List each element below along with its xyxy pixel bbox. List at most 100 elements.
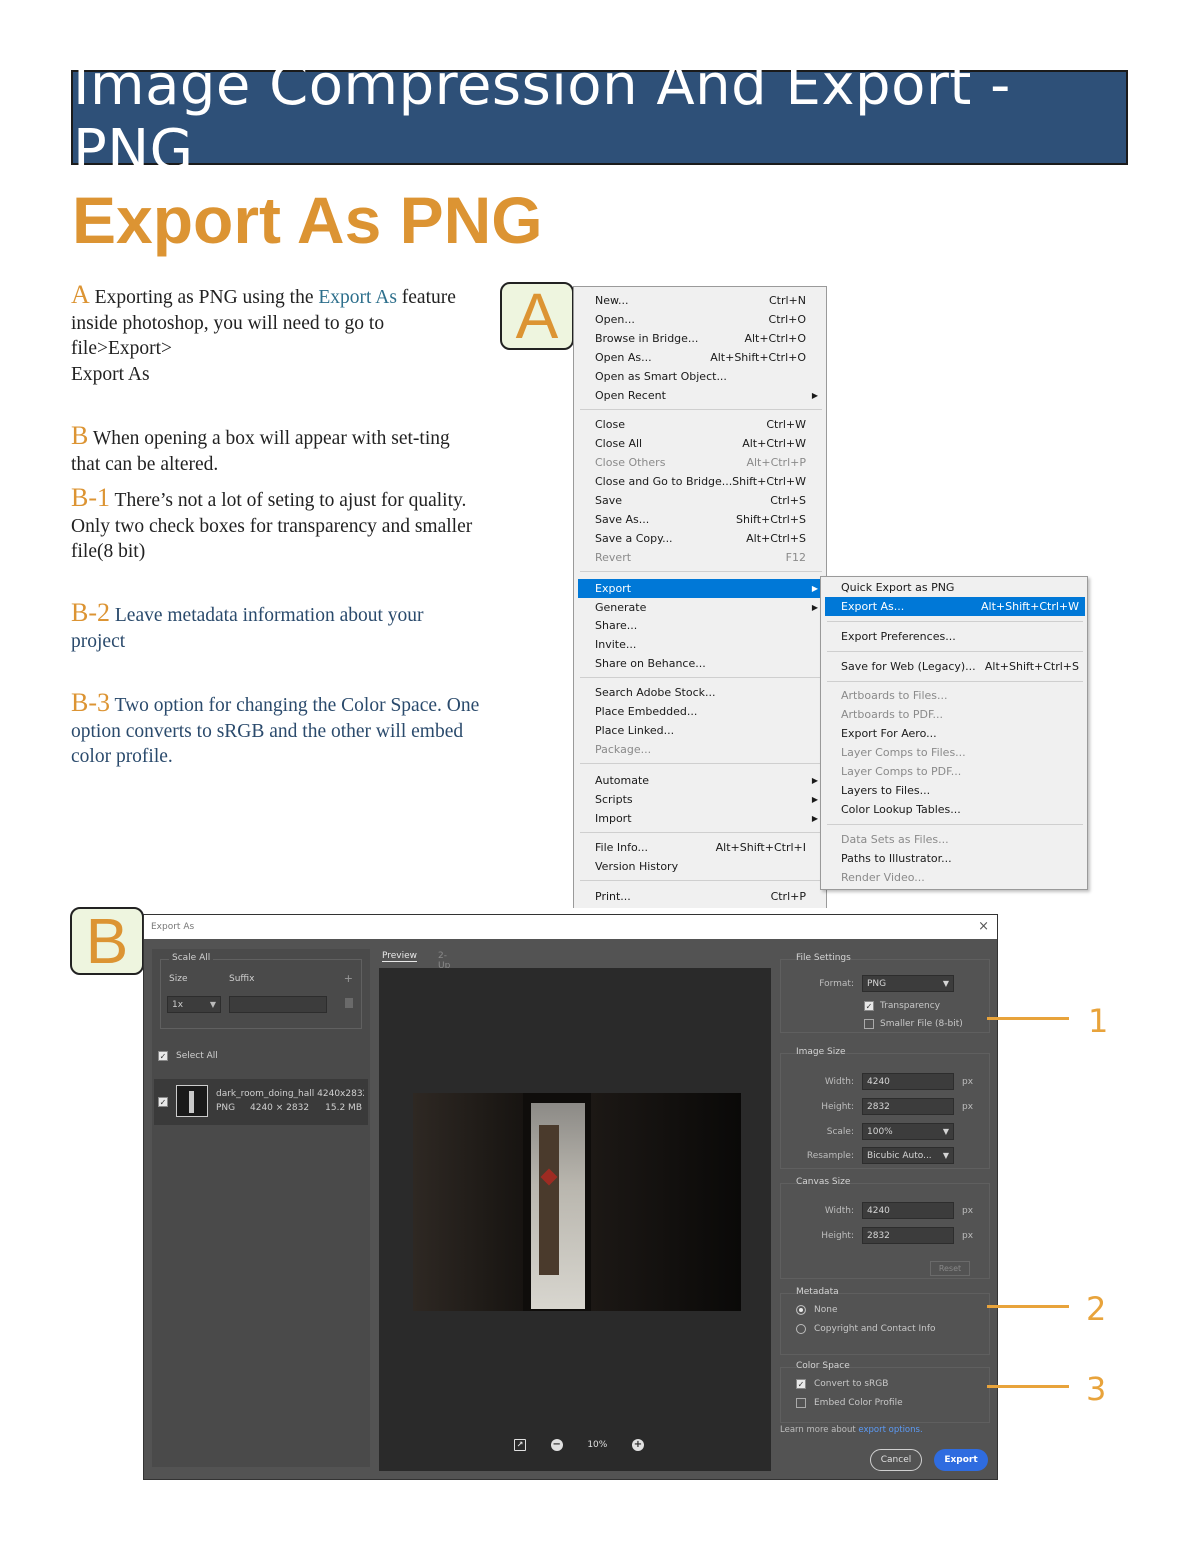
callout-line-1 (987, 1017, 1069, 1020)
export-options-link[interactable]: export options. (858, 1425, 922, 1435)
submenu-arrow-icon: ▶ (811, 391, 818, 400)
reset-button[interactable]: Reset (930, 1261, 970, 1276)
note-a: A Exporting as PNG using the Export As f… (71, 282, 481, 387)
canvas-width-label: Width: (824, 1206, 854, 1216)
scale-dropdown[interactable]: 100% ▼ (862, 1123, 954, 1140)
menu-item-package[interactable]: Package... (578, 740, 824, 759)
size-dropdown[interactable]: 1x ▼ (167, 996, 221, 1013)
submenu-item-artboards-pdf[interactable]: Artboards to PDF... (825, 705, 1085, 724)
asset-checkbox[interactable]: ✓ (158, 1097, 168, 1107)
close-icon[interactable]: × (978, 919, 989, 934)
menu-item-generate[interactable]: Generate ▶ (578, 598, 824, 617)
menu-item-automate[interactable]: Automate ▶ (578, 771, 824, 790)
submenu-item-layer-comps-pdf[interactable]: Layer Comps to PDF... (825, 762, 1085, 781)
menu-item-place-linked[interactable]: Place Linked... (578, 721, 824, 740)
submenu-item-save-for-web[interactable]: Save for Web (Legacy)... Alt+Shift+Ctrl+S (825, 657, 1085, 676)
menu-item-open-as[interactable]: Open As... Alt+Shift+Ctrl+O (578, 348, 824, 367)
canvas-height-input[interactable]: 2832 (862, 1227, 954, 1244)
width-input[interactable]: 4240 (862, 1073, 954, 1090)
submenu-item-export-as[interactable]: Export As... Alt+Shift+Ctrl+W (825, 597, 1085, 616)
menu-item-browse-bridge[interactable]: Browse in Bridge... Alt+Ctrl+O (578, 329, 824, 348)
menu-item-save[interactable]: Save Ctrl+S (578, 491, 824, 510)
dialog-title: Export As (151, 922, 195, 932)
trash-icon[interactable] (345, 998, 353, 1008)
menu-item-file-info[interactable]: File Info... Alt+Shift+Ctrl+I (578, 838, 824, 857)
canvas-width-input[interactable]: 4240 (862, 1202, 954, 1219)
note-a-text: Exporting as PNG using the (94, 287, 319, 308)
menu-item-new[interactable]: New... Ctrl+N (578, 291, 824, 310)
menu-item-print[interactable]: Print... Ctrl+P (578, 887, 824, 906)
badge-a: A (500, 280, 574, 352)
cancel-button[interactable]: Cancel (870, 1449, 922, 1471)
height-input[interactable]: 2832 (862, 1098, 954, 1115)
metadata-copyright-radio[interactable] (796, 1324, 806, 1334)
embed-profile-checkbox[interactable] (796, 1398, 806, 1408)
format-label: Format: (819, 979, 854, 989)
menu-item-open-smart-object[interactable]: Open as Smart Object... (578, 367, 824, 386)
note-b1: B-1 There’s not a lot of seting to ajust… (71, 485, 481, 565)
export-as-link: Export As (318, 287, 397, 308)
fit-to-screen-icon[interactable]: ↗ (514, 1439, 526, 1451)
color-space-title: Color Space (796, 1361, 850, 1371)
menu-item-share-behance[interactable]: Share on Behance... (578, 654, 824, 673)
menu-item-open[interactable]: Open... Ctrl+O (578, 310, 824, 329)
zoom-bar: ↗ − 10% + (514, 1437, 644, 1453)
menu-item-scripts[interactable]: Scripts ▶ (578, 790, 824, 809)
submenu-item-layers-files[interactable]: Layers to Files... (825, 781, 1085, 800)
menu-item-close-others[interactable]: Close Others Alt+Ctrl+P (578, 453, 824, 472)
submenu-item-data-sets[interactable]: Data Sets as Files... (825, 830, 1085, 849)
menu-item-close-go-bridge[interactable]: Close and Go to Bridge... Shift+Ctrl+W (578, 472, 824, 491)
format-dropdown[interactable]: PNG ▼ (862, 975, 954, 992)
submenu-item-export-aero[interactable]: Export For Aero... (825, 724, 1085, 743)
tab-preview[interactable]: Preview (382, 951, 418, 962)
submenu-item-paths-illustrator[interactable]: Paths to Illustrator... (825, 849, 1085, 868)
menu-item-close[interactable]: Close Ctrl+W (578, 415, 824, 434)
menu-item-revert[interactable]: Revert F12 (578, 548, 824, 567)
chevron-down-icon: ▼ (942, 979, 949, 988)
transparency-checkbox[interactable]: ✓ (864, 1001, 874, 1011)
select-all-label: Select All (176, 1051, 218, 1061)
submenu-item-artboards-files[interactable]: Artboards to Files... (825, 686, 1085, 705)
submenu-arrow-icon: ▶ (811, 795, 818, 804)
menu-item-share[interactable]: Share... (578, 616, 824, 635)
submenu-item-quick-export-png[interactable]: Quick Export as PNG (825, 578, 1085, 597)
menu-item-import[interactable]: Import ▶ (578, 809, 824, 828)
zoom-in-icon[interactable]: + (631, 1439, 644, 1451)
submenu-item-render-video[interactable]: Render Video... (825, 868, 1085, 887)
select-all-checkbox[interactable]: ✓ (158, 1051, 168, 1061)
convert-srgb-checkbox[interactable]: ✓ (796, 1379, 806, 1389)
menu-item-place-embedded[interactable]: Place Embedded... (578, 702, 824, 721)
chevron-down-icon: ▼ (942, 1151, 949, 1160)
asset-format: PNG (216, 1103, 236, 1113)
menu-separator (580, 880, 822, 881)
export-submenu: Quick Export as PNG Export As... Alt+Shif… (820, 576, 1088, 890)
menu-item-open-recent[interactable]: Open Recent ▶ (578, 386, 824, 405)
menu-item-version-history[interactable]: Version History (578, 857, 824, 876)
submenu-item-layer-comps-files[interactable]: Layer Comps to Files... (825, 743, 1085, 762)
menu-item-save-copy[interactable]: Save a Copy... Alt+Ctrl+S (578, 529, 824, 548)
menu-item-save-as[interactable]: Save As... Shift+Ctrl+S (578, 510, 824, 529)
learn-more: Learn more about export options. (780, 1425, 923, 1435)
resample-dropdown[interactable]: Bicubic Auto... ▼ (862, 1147, 954, 1164)
menu-item-close-all[interactable]: Close All Alt+Ctrl+W (578, 434, 824, 453)
export-as-dialog: Export As × Scale All Size Suffix + 1x ▼ … (143, 914, 998, 1480)
metadata-none-label: None (814, 1305, 838, 1315)
submenu-item-export-preferences[interactable]: Export Preferences... (825, 627, 1085, 646)
suffix-input[interactable] (229, 996, 327, 1013)
asset-row[interactable]: ✓ dark_room_doing_hall 4240x2832 PNG 424… (154, 1079, 368, 1125)
suffix-label: Suffix (229, 974, 255, 984)
add-scale-icon[interactable]: + (344, 972, 353, 985)
preview-image (413, 1093, 741, 1311)
smaller-file-checkbox[interactable] (864, 1019, 874, 1029)
export-button[interactable]: Export (934, 1449, 988, 1471)
metadata-none-radio[interactable] (796, 1305, 806, 1315)
submenu-arrow-icon: ▶ (811, 776, 818, 785)
dialog-title-bar: Export As × (144, 915, 997, 939)
canvas-height-label: Height: (821, 1231, 854, 1241)
menu-item-search-stock[interactable]: Search Adobe Stock... (578, 683, 824, 702)
zoom-out-icon[interactable]: − (550, 1439, 563, 1451)
width-unit: px (962, 1077, 974, 1087)
menu-item-invite[interactable]: Invite... (578, 635, 824, 654)
menu-item-export[interactable]: Export ▶ (578, 579, 824, 598)
submenu-item-color-lookup[interactable]: Color Lookup Tables... (825, 800, 1085, 819)
